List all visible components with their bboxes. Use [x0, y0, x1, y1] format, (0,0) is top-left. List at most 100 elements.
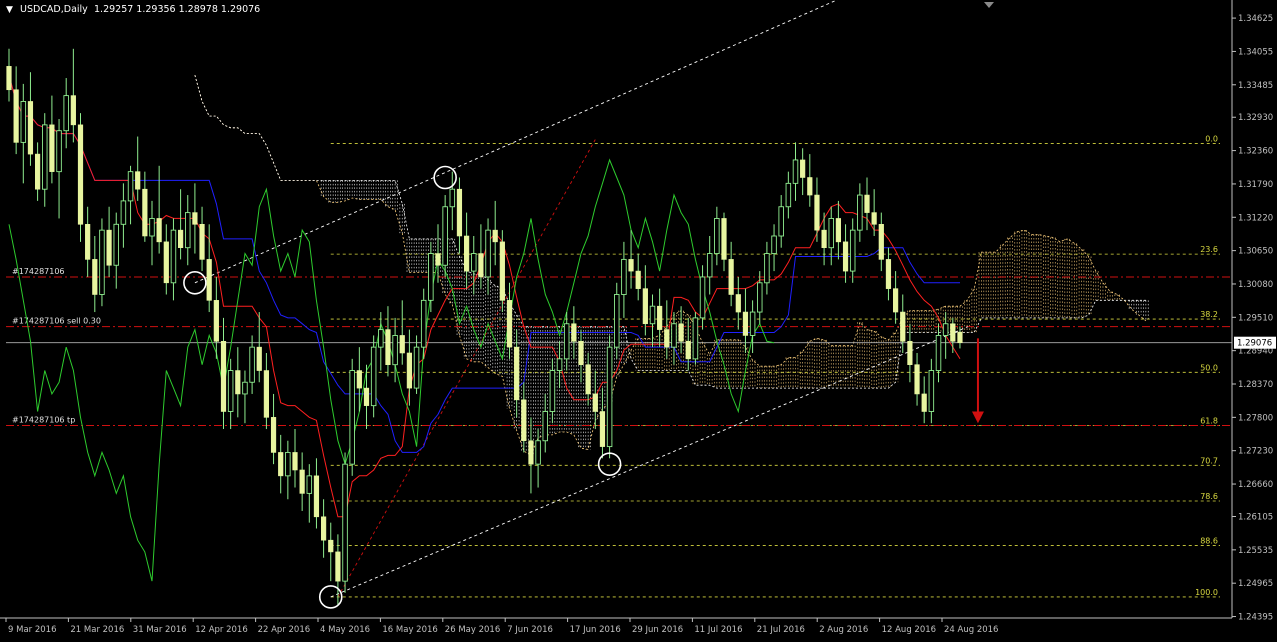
candle-body-bear: [721, 218, 727, 260]
candle-body-bear: [363, 387, 370, 406]
candle-body-bull: [306, 475, 313, 494]
ohlc-label: 1.29257 1.29356 1.28978 1.29076: [94, 4, 260, 15]
candle-body-bull: [113, 223, 119, 266]
candle-body-bull: [771, 235, 777, 254]
candle-body-bear: [871, 212, 877, 225]
candle-body-bull: [785, 182, 792, 208]
candle-body-bear: [292, 452, 298, 471]
y-tick-label: 1.25535: [1238, 546, 1273, 556]
candle-body-bull: [757, 282, 763, 313]
candle-body-bear: [585, 364, 591, 395]
candle-body-bear: [628, 259, 634, 272]
candle-body-bear: [106, 229, 112, 266]
price-chart[interactable]: 0.0 23.6 38.2 50.0 61.8 70.7 78.6 88.6 100.0 #17…: [0, 0, 1277, 638]
candle-body-bear: [864, 194, 870, 213]
candle-body-bear: [478, 253, 484, 278]
candle-body-bear: [235, 370, 241, 395]
candle-body-bull: [170, 229, 177, 284]
chart-header: ▼ USDCAD,Daily 1.29257 1.29356 1.28978 1…: [6, 4, 260, 15]
candle-body-bear: [728, 259, 734, 295]
y-tick-label: 1.26660: [1238, 480, 1273, 490]
candle-body-bear: [256, 346, 262, 371]
candle-body-bull: [621, 258, 627, 295]
chart-window[interactable]: 0.0 23.6 38.2 50.0 61.8 70.7 78.6 88.6 100.0 #17…: [0, 0, 1277, 638]
candle-body-bull: [542, 411, 549, 442]
y-tick-label: 1.33485: [1238, 81, 1273, 91]
candle-body-bear: [92, 259, 98, 295]
candle-body-bear: [685, 340, 691, 360]
x-tick-label: 9 Mar 2016: [8, 625, 56, 635]
candle-body-bear: [892, 288, 899, 313]
candle-body-bull: [764, 253, 770, 284]
candle-body-bull: [242, 381, 248, 395]
candle-body-bear: [213, 300, 219, 342]
candle-body-bear: [657, 305, 663, 330]
y-tick-label: 1.34055: [1238, 47, 1273, 57]
candle-body-bear: [528, 440, 534, 465]
candle-body-bear: [514, 346, 520, 401]
candle-body-bear: [206, 259, 212, 301]
x-tick-label: 12 Aug 2016: [882, 625, 936, 635]
candle-body-bull: [20, 100, 27, 143]
y-tick-label: 1.31790: [1238, 180, 1273, 190]
candle-body-bull: [413, 346, 420, 389]
candle-body-bear: [135, 171, 141, 190]
candle-body-bull: [563, 323, 570, 360]
candle-body-bear: [521, 399, 527, 442]
x-tick-label: 21 Jul 2016: [757, 625, 805, 635]
header-arrow-icon[interactable]: ▼: [6, 5, 13, 15]
candle-body-bear: [85, 223, 91, 260]
y-tick-label: 1.30080: [1238, 280, 1273, 290]
candle-body-bull: [556, 358, 563, 371]
fib-level-label: 50.0: [1200, 363, 1218, 372]
candle-body-bull: [535, 440, 541, 465]
candle-body-bull: [127, 171, 134, 202]
candle-body-bull: [935, 334, 942, 371]
candle-body-bear: [642, 288, 648, 325]
x-tick-label: 21 Mar 2016: [70, 625, 124, 635]
x-tick-label: 31 Mar 2016: [133, 625, 187, 635]
candle-body-bear: [299, 469, 305, 494]
candle-body-bear: [907, 340, 913, 365]
candle-body-bull: [285, 451, 291, 477]
candle-body-bull: [378, 329, 384, 348]
candle-body-bear: [356, 370, 362, 389]
candle-body-bear: [220, 340, 227, 412]
candle-body-bear: [635, 270, 641, 289]
candle-body-bull: [485, 229, 491, 278]
fib-level-label: 38.2: [1200, 310, 1218, 319]
candle-body-bull: [227, 370, 234, 412]
candle-body-bull: [349, 370, 355, 465]
x-tick-label: 24 Aug 2016: [944, 625, 998, 635]
candle-body-bull: [928, 370, 935, 412]
x-tick-label: 26 May 2016: [445, 625, 500, 635]
symbol-label: USDCAD,Daily: [20, 4, 88, 15]
y-tick-label: 1.29510: [1238, 313, 1273, 323]
candle-body-bull: [857, 194, 863, 231]
candle-body-bear: [399, 335, 405, 354]
candle-body-bull: [120, 200, 127, 225]
candle-body-bear: [878, 223, 884, 260]
candle-body-bull: [699, 276, 706, 319]
candle-body-bear: [406, 352, 413, 389]
candle-body-bull: [714, 217, 720, 254]
candle-body-bull: [778, 206, 784, 237]
fib-level-label: 100.0: [1195, 588, 1218, 597]
y-tick-label: 1.32360: [1238, 147, 1273, 157]
candle-body-bear: [328, 539, 334, 553]
candle-body-bear: [163, 241, 169, 284]
candle-body-bull: [706, 253, 713, 278]
candle-body-bear: [592, 393, 598, 412]
candle-body-bear: [571, 323, 577, 342]
candle-body-bear: [599, 411, 606, 447]
candle-body-bear: [914, 364, 920, 395]
candle-body-bull: [942, 323, 949, 336]
candle-body-bear: [27, 101, 34, 155]
candle-body-bear: [842, 241, 849, 272]
y-tick-label: 1.32930: [1238, 113, 1273, 123]
x-tick-label: 4 May 2016: [320, 625, 370, 635]
candle-body-bull: [249, 346, 255, 383]
candle-body-bear: [678, 323, 684, 342]
fib-level-label: 70.7: [1200, 456, 1218, 465]
y-tick-label: 1.30650: [1238, 247, 1273, 257]
